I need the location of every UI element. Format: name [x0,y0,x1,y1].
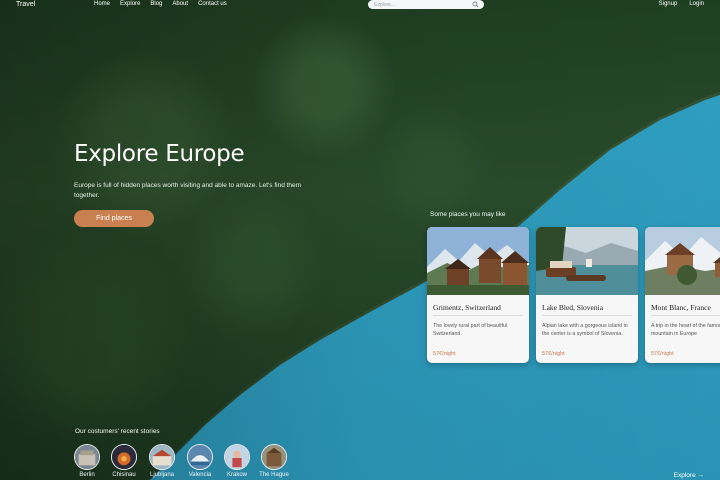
hero-subtitle: Europe is full of hidden places worth vi… [74,182,302,199]
card-divider [542,315,632,316]
story-chisinau[interactable]: Chisinau [110,444,138,478]
place-title: Mont Blanc, France [651,303,711,312]
place-price: 57€/night [542,351,565,357]
story-avatar [261,444,287,470]
top-nav: Travel Home Explore Blog About Contact u… [0,0,720,12]
search-bar [368,0,484,9]
menu-contact[interactable]: Contact us [198,1,227,7]
place-title: Lake Bled, Slovenia [542,303,604,312]
search-icon[interactable] [472,1,479,8]
place-price: 57€/night [651,351,674,357]
story-krakow[interactable]: Krakow [223,444,251,478]
story-ljubljana[interactable]: Ljubljana [148,444,176,478]
explore-link[interactable]: Explore → [674,472,704,479]
story-avatar [149,444,175,470]
brand-logo[interactable]: Travel [16,1,35,8]
story-the-hague[interactable]: The Hague [259,444,289,478]
stories-label: Our costumers' recent stories [75,428,160,435]
hero-title: Explore Europe [74,141,245,167]
menu-home[interactable]: Home [94,1,110,7]
place-description: A trip in the heart of the famous alpian… [651,323,720,337]
places-label: Some places you may like [430,211,506,218]
place-photo-montblanc [645,227,720,295]
auth-links: Signup Login [659,1,704,7]
main-menu: Home Explore Blog About Contact us [94,1,227,7]
place-price: 57€/night [433,351,456,357]
place-title: Grimentz, Switzerland [433,303,501,312]
place-description: Alpian lake with a gorgeous island in th… [542,323,628,337]
story-city: The Hague [259,472,289,478]
place-card-bled[interactable]: Lake Bled, Slovenia Alpian lake with a g… [536,227,638,363]
signup-link[interactable]: Signup [659,1,678,7]
find-places-button[interactable]: Find places [74,210,154,227]
search-input[interactable] [374,1,470,8]
story-avatar [74,444,100,470]
place-photo-grimentz [427,227,529,295]
menu-blog[interactable]: Blog [150,1,162,7]
place-description: The lovely rural part of beautiful Switz… [433,323,508,337]
story-avatar [187,444,213,470]
login-link[interactable]: Login [689,1,704,7]
menu-explore[interactable]: Explore [120,1,140,7]
place-card-grimentz[interactable]: Grimentz, Switzerland The lovely rural p… [427,227,529,363]
card-divider [651,315,720,316]
card-divider [433,315,523,316]
menu-about[interactable]: About [172,1,188,7]
place-card-montblanc[interactable]: Mont Blanc, France A trip in the heart o… [645,227,720,363]
story-berlin[interactable]: Berlin [73,444,101,478]
story-valencia[interactable]: Valencia [186,444,214,478]
place-photo-bled [536,227,638,295]
story-avatar [111,444,137,470]
story-avatar [224,444,250,470]
